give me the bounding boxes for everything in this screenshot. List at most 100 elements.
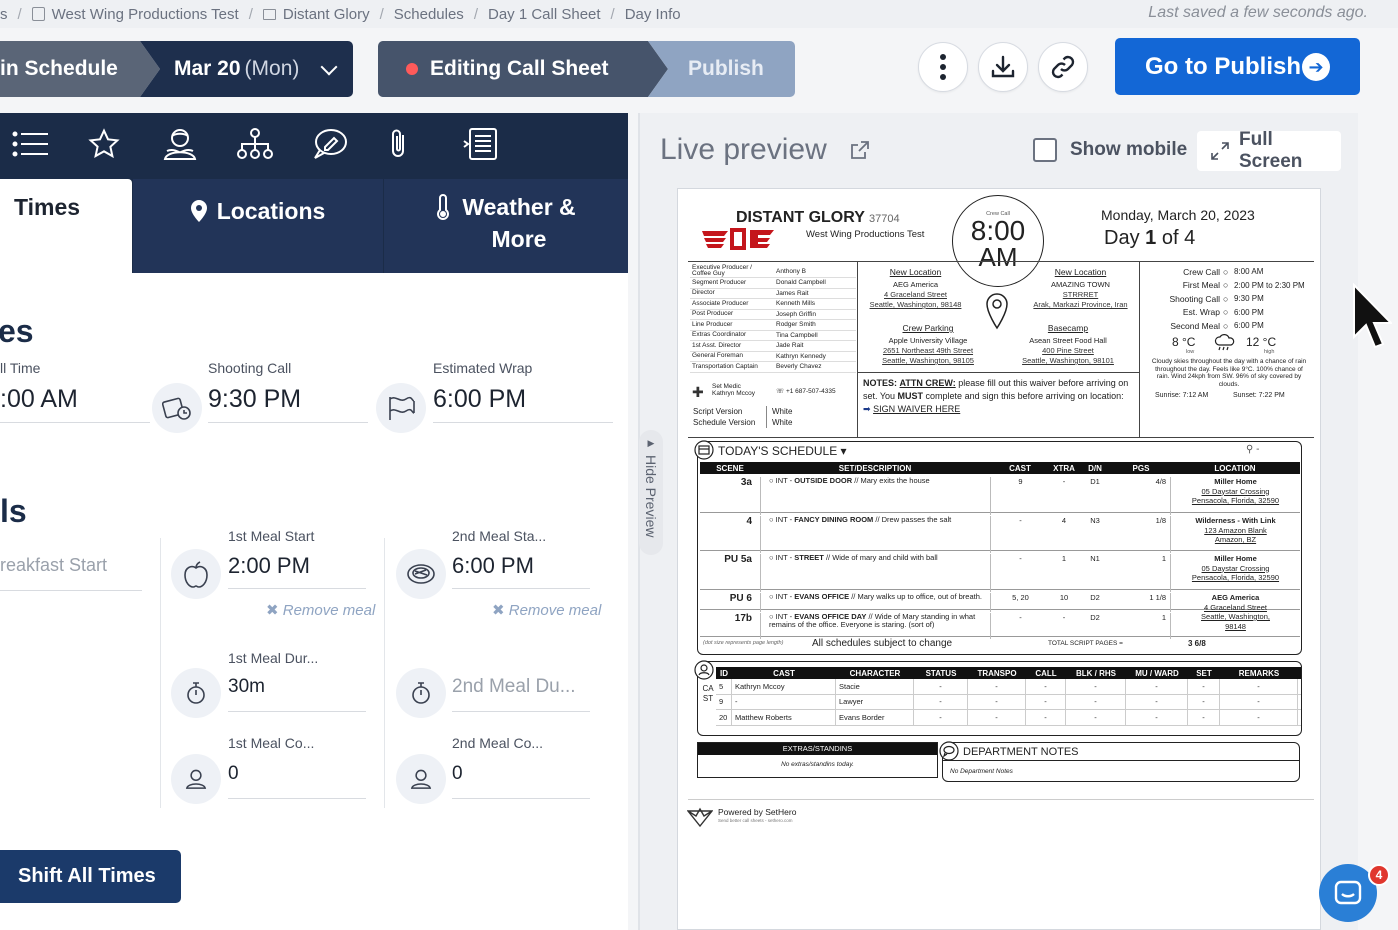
tab-times-label: Times (14, 194, 81, 220)
app-root: s / West Wing Productions Test / Distant G… (0, 0, 1398, 930)
attachments-button[interactable] (387, 124, 462, 164)
show-mobile-checkbox[interactable] (1033, 138, 1057, 162)
tab-weather[interactable]: Weather & More (384, 179, 628, 273)
scene-dot-icon: ○ (769, 476, 776, 485)
cast-cell: - (968, 694, 1026, 709)
first-meal-count-input[interactable]: 0 (228, 763, 366, 799)
copy-link-button[interactable] (1038, 42, 1088, 92)
first-meal-duration-input[interactable]: 30m (228, 676, 366, 712)
show-mobile-toggle[interactable]: Show mobile (1033, 138, 1187, 162)
cast-section: CAST ID CAST CHARACTER STATUS TRANSPO CALL BLK… (694, 660, 1302, 736)
second-meal-count-input[interactable]: 0 (452, 763, 590, 799)
cast-cell: Kathryn Mccoy (732, 679, 836, 694)
medic-phone: ☏ +1 687-507-4335 (776, 388, 836, 395)
script-button[interactable] (462, 124, 537, 164)
date-selector[interactable]: Mar 20 (Mon) (140, 41, 353, 97)
crew-call-input[interactable]: :00 AM (0, 385, 150, 423)
set-name: OUTSIDE DOOR (794, 476, 853, 485)
more-options-button[interactable] (918, 42, 968, 92)
estimated-wrap-input[interactable]: 6:00 PM (433, 385, 613, 423)
cast-col-header: CALL (1035, 668, 1057, 678)
live-preview-title: Live preview (660, 133, 871, 167)
download-button[interactable] (978, 42, 1028, 92)
sethero-logo-icon (687, 807, 713, 827)
departments-button[interactable] (237, 124, 312, 164)
breadcrumb-project[interactable]: Distant Glory (283, 6, 370, 23)
cast-cell: - (1026, 694, 1066, 709)
schedule-dn-cell: N3 (1090, 516, 1100, 525)
version-labels: Script Version Schedule Version (693, 407, 756, 427)
full-screen-button[interactable]: Full Screen (1197, 129, 1341, 172)
crew-row: Executive Producer / Coffee Guy Anthony B (690, 264, 856, 278)
breakfast-start-input[interactable]: reakfast Start (0, 555, 142, 591)
breadcrumb-company[interactable]: West Wing Productions Test (52, 6, 239, 23)
cast-cell: - (1220, 694, 1298, 709)
shift-all-times-button[interactable]: Shift All Times (0, 850, 181, 903)
schedule-pgs-cell: 1 1/8 (1149, 593, 1166, 602)
schedule-row: 17b ○ INT - EVANS OFFICE DAY // Wide of M… (700, 610, 1300, 639)
schedule-list-button[interactable] (12, 124, 87, 164)
cast-cell: - (968, 679, 1026, 694)
recording-dot-icon (406, 63, 418, 75)
cast-col-header: STATUS (925, 668, 957, 678)
notes-button[interactable] (312, 124, 387, 164)
go-to-publish-label: Go to Publish (1145, 52, 1301, 80)
crew-name: Kenneth Mills (774, 298, 856, 310)
breadcrumb-callsheet[interactable]: Day 1 Call Sheet (488, 6, 601, 23)
schedule-scene-cell: PU 6 (729, 593, 752, 604)
schedule-row: 4 ○ INT - FANCY DINING ROOM // Drew passe… (700, 513, 1300, 553)
powered-by-sub: Send better call sheets - sethero.com (718, 818, 793, 823)
schedule-pgs-cell: 1 (1161, 613, 1166, 622)
breadcrumb-item-partial[interactable]: s (0, 6, 8, 23)
remove-first-meal-button[interactable]: ✖ Remove meal (266, 601, 375, 619)
crew-row: General Foreman Kathryn Kennedy (690, 351, 856, 362)
cast-cell: - (968, 710, 1026, 725)
schedule-col-header: CAST (1009, 463, 1031, 473)
breadcrumb-schedules[interactable]: Schedules (394, 6, 464, 23)
download-icon (991, 55, 1015, 78)
first-meal-start-input[interactable]: 2:00 PM (228, 553, 366, 589)
publish-step[interactable]: Publish (648, 41, 795, 97)
sunrise: Sunrise: 7:12 AM (1155, 392, 1209, 399)
cast-cell: Matthew Roberts (732, 710, 836, 725)
shooting-call-input[interactable]: 9:30 PM (208, 385, 368, 423)
section-icon-bar (0, 113, 628, 175)
go-to-publish-button[interactable]: Go to Publish ➔ (1115, 38, 1360, 95)
medic-cross-icon: ✚ (692, 384, 704, 400)
second-meal-start-input[interactable]: 6:00 PM (452, 553, 590, 589)
cast-col-header: ID (720, 668, 728, 678)
crew-name: Joseph Griffin (774, 309, 856, 320)
sign-waiver-link[interactable]: SIGN WAIVER HERE (873, 404, 960, 414)
schedule-col-header: PGS (1132, 463, 1150, 473)
breadcrumb-dayinfo[interactable]: Day Info (625, 6, 681, 23)
location-name: Miller Home (1214, 477, 1257, 486)
location-name: Miller Home (1214, 554, 1257, 563)
crew-name: Donald Campbell (774, 277, 856, 289)
schedule-scene-cell: PU 5a (724, 554, 752, 565)
editing-label: Editing Call Sheet (430, 57, 609, 80)
editing-callsheet-step[interactable]: Editing Call Sheet (378, 41, 668, 97)
call-time-value: 8:00 AM (1234, 267, 1264, 277)
cast-button[interactable] (162, 124, 237, 164)
company-name: West Wing Productions Test (806, 229, 925, 240)
clock-icon: ○ (1223, 320, 1229, 331)
remove-first-meal-label: Remove meal (282, 602, 376, 619)
call-time-value: 2:00 PM to 2:30 PM (1234, 280, 1305, 290)
second-meal-duration-input[interactable]: 2nd Meal Du... (452, 676, 590, 712)
hide-preview-label: Hide Preview (643, 455, 659, 538)
set-name: EVANS OFFICE (794, 592, 850, 601)
meals-section-title: ls (0, 493, 27, 529)
tab-locations-label: Locations (216, 198, 326, 224)
tab-times[interactable]: Times (0, 179, 132, 273)
cast-cell: Evans Border (836, 710, 914, 725)
external-link-icon[interactable] (849, 139, 871, 161)
favorites-button[interactable] (87, 124, 162, 164)
crew-role: Line Producer (690, 319, 774, 331)
hide-preview-toggle[interactable]: ▶ Hide Preview (639, 430, 663, 555)
call-time-value: 9:30 PM (1234, 294, 1264, 304)
tab-locations[interactable]: Locations (133, 179, 383, 273)
crew-row: 1st Asst. Director Jade Rait (690, 340, 856, 352)
schedule-title: TODAY'S SCHEDULE ▾ (718, 444, 847, 458)
main-schedule-button[interactable]: in Schedule (0, 41, 160, 97)
remove-second-meal-button[interactable]: ✖ Remove meal (492, 601, 601, 619)
